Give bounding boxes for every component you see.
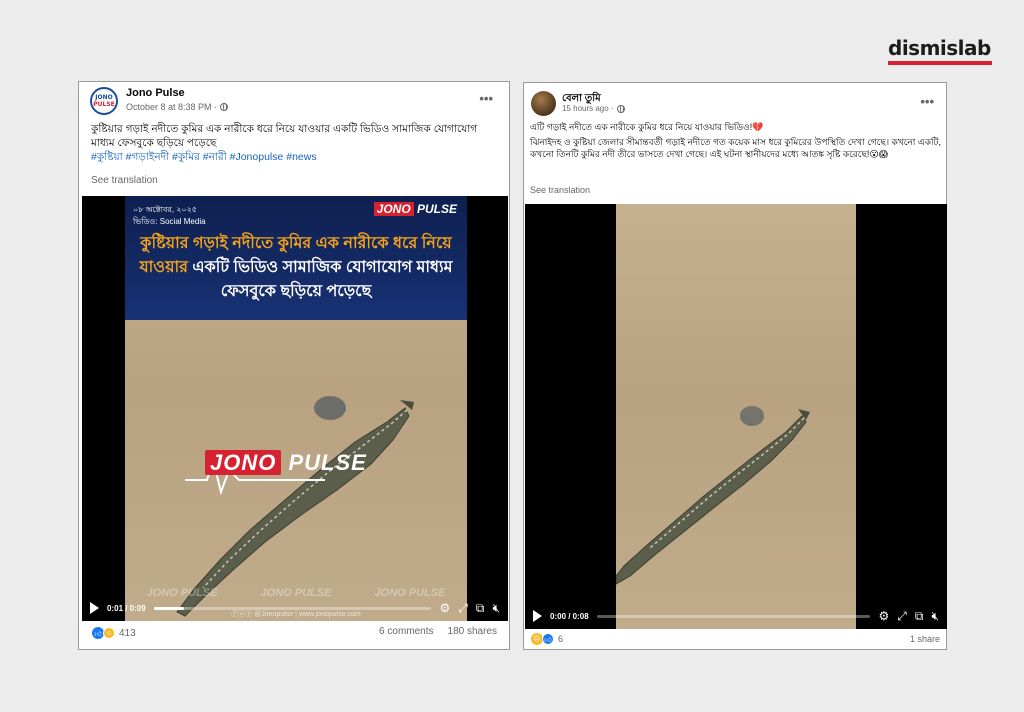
play-icon[interactable] xyxy=(90,602,99,614)
banner-headline: কুষ্টিয়ার গড়াই নদীতে কুমির এক নারীকে ধ… xyxy=(133,232,459,304)
brand-name: dismislab xyxy=(888,36,991,60)
caption-line1: এটি গড়াই নদীতে এক নারীকে কুমির ধরে নিয়… xyxy=(530,122,764,132)
post-timestamp[interactable]: October 8 at 8:38 PM · xyxy=(126,102,217,112)
post-header: বেলা তুমি 15 hours ago · ••• xyxy=(524,83,946,119)
video-frame: ০৮ অক্টোবর, ২০২৫ ভিডিও: Social Media JON… xyxy=(125,196,467,621)
video-player[interactable]: 0:00 / 0:08 ⚙ ⤢ ⧉ 🔇︎ xyxy=(525,204,947,629)
shares-count[interactable]: 180 shares xyxy=(448,626,497,637)
post-meta: October 8 at 8:38 PM · xyxy=(126,102,229,112)
engagement-stats: 1 share xyxy=(910,634,940,644)
avatar-text-pulse: PULSE xyxy=(93,101,115,108)
engagement-stats: 6 comments 180 shares xyxy=(379,626,497,637)
like-icon: 👍︎ xyxy=(542,633,554,645)
video-watermark-logo: JONO PULSE xyxy=(205,450,367,476)
video-player[interactable]: ০৮ অক্টোবর, ২০২৫ ভিডিও: Social Media JON… xyxy=(82,196,508,621)
hashtags[interactable]: #কুষ্টিয়া #গড়াইনদী #কুমির #নারী #Jonop… xyxy=(91,151,317,163)
watermark-pulse: PULSE xyxy=(281,450,367,475)
reaction-summary[interactable]: ☹ 👍︎ 6 xyxy=(531,633,563,645)
settings-gear-icon[interactable]: ⚙ xyxy=(439,602,450,614)
reaction-count: 6 xyxy=(558,634,564,644)
fullscreen-icon[interactable]: ⤢ xyxy=(897,610,907,622)
more-options-icon[interactable]: ••• xyxy=(479,91,493,106)
facebook-post-jono-pulse: JONO PULSE Jono Pulse October 8 at 8:38 … xyxy=(78,81,510,650)
banner-logo-pulse: PULSE xyxy=(413,202,457,216)
see-translation-link[interactable]: See translation xyxy=(91,175,158,186)
globe-icon xyxy=(616,104,625,113)
video-controls: 0:00 / 0:08 ⚙ ⤢ ⧉ 🔇︎ xyxy=(525,603,947,629)
globe-icon xyxy=(220,103,229,111)
comments-count[interactable]: 6 comments xyxy=(379,626,433,637)
banner-logo-jono: JONO xyxy=(373,202,414,216)
play-icon[interactable] xyxy=(533,610,542,622)
mute-icon[interactable]: 🔇︎ xyxy=(492,602,500,614)
picture-in-picture-icon[interactable]: ⧉ xyxy=(915,610,924,622)
post-caption: কুষ্টিয়ার গড়াই নদীতে কুমির এক নারীকে ধ… xyxy=(91,122,501,164)
more-options-icon[interactable]: ••• xyxy=(920,94,934,109)
facebook-post-bela-tumi: বেলা তুমি 15 hours ago · ••• এটি গড়াই ন… xyxy=(523,82,947,650)
dismislab-logo: dismislab xyxy=(888,36,994,65)
shares-count[interactable]: 1 share xyxy=(910,634,940,644)
banner-logo: JONO PULSE xyxy=(373,202,457,216)
page-avatar[interactable]: JONO PULSE xyxy=(90,87,118,115)
page-name[interactable]: Jono Pulse xyxy=(126,87,185,99)
crocodile-image xyxy=(616,406,810,585)
mute-icon[interactable]: 🔇︎ xyxy=(931,610,939,622)
video-scrubber[interactable] xyxy=(153,606,432,610)
video-timecode: 0:01 / 0:09 xyxy=(107,603,146,613)
brand-underline xyxy=(888,61,992,65)
video-scrubber[interactable] xyxy=(596,614,871,618)
care-icon: ☺ xyxy=(103,627,115,639)
post-header: JONO PULSE Jono Pulse October 8 at 8:38 … xyxy=(79,82,509,118)
caption-paragraph: ঝিনাইদহ ও কুষ্টিয়া জেলার সীমান্তবর্তী গ… xyxy=(530,137,941,159)
post-caption: এটি গড়াই নদীতে এক নারীকে কুমির ধরে নিয়… xyxy=(530,121,942,160)
reaction-summary[interactable]: 👍︎ ☺ 413 xyxy=(92,627,136,639)
scrubber-progress xyxy=(153,606,185,610)
profile-avatar[interactable] xyxy=(531,91,556,116)
see-translation-link[interactable]: See translation xyxy=(530,185,590,195)
banner-source: ভিডিও: Social Media xyxy=(133,217,206,226)
video-frame xyxy=(616,204,856,629)
headline-rest: একটি ভিডিও সামাজিক যোগাযোগ মাধ্যম ফেসবুক… xyxy=(187,259,453,300)
picture-in-picture-icon[interactable]: ⧉ xyxy=(476,602,485,614)
avatar-text-jono: JONO xyxy=(95,94,113,101)
caption-text: কুষ্টিয়ার গড়াই নদীতে কুমির এক নারীকে ধ… xyxy=(91,123,478,149)
fullscreen-icon[interactable]: ⤢ xyxy=(458,602,468,614)
post-timestamp[interactable]: 15 hours ago · xyxy=(562,104,614,113)
settings-gear-icon[interactable]: ⚙ xyxy=(878,610,889,622)
reaction-count: 413 xyxy=(119,627,136,639)
video-timecode: 0:00 / 0:08 xyxy=(550,611,589,621)
video-controls: 0:01 / 0:09 ⚙ ⤢ ⧉ 🔇︎ xyxy=(82,595,508,621)
post-meta: 15 hours ago · xyxy=(562,104,625,113)
video-banner: ০৮ অক্টোবর, ২০২৫ ভিডিও: Social Media JON… xyxy=(125,196,467,320)
watermark-jono: JONO xyxy=(205,450,282,475)
